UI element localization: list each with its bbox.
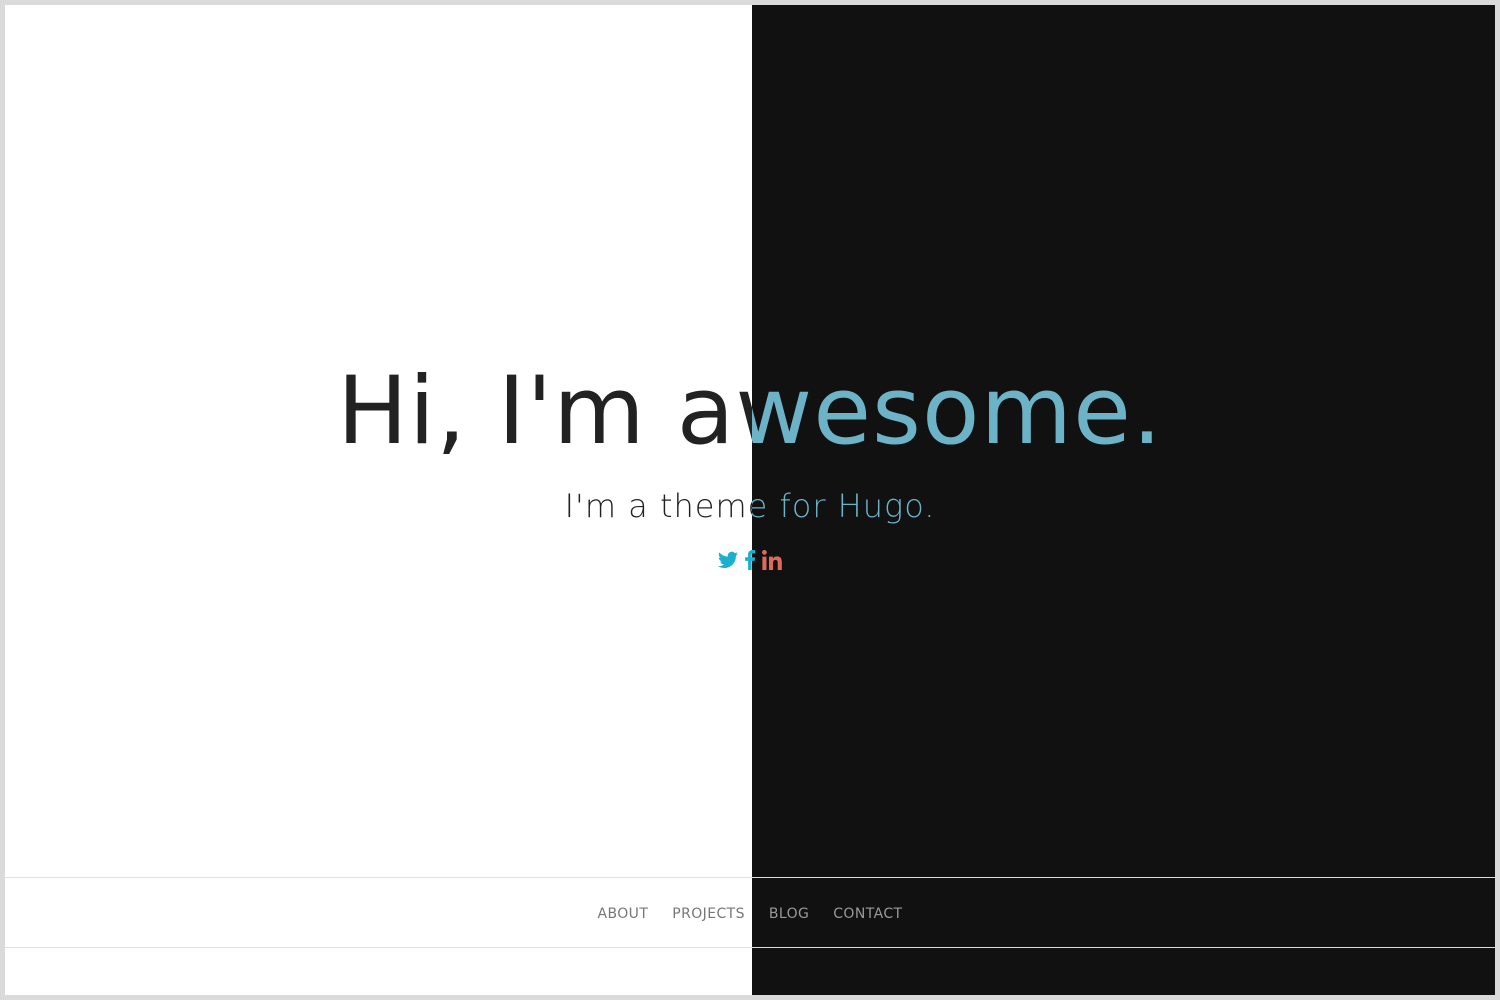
- hero-title-dark: Hi, I'm awesome.: [752, 357, 1163, 466]
- light-side: Hi, I'm awesome. I'm a theme for Hugo. A…: [5, 5, 752, 995]
- nav-bar: ABOUT PROJECTS BLOG CONTACT: [5, 877, 752, 948]
- nav-blog[interactable]: BLOG: [769, 906, 809, 922]
- facebook-icon[interactable]: [752, 548, 756, 572]
- nav-bar-dark: ABOUT PROJECTS BLOG CONTACT: [752, 877, 1495, 948]
- nav-contact[interactable]: CONTACT: [833, 906, 902, 922]
- social-links: [5, 548, 752, 572]
- nav-menu: ABOUT PROJECTS BLOG CONTACT: [5, 878, 752, 947]
- nav-about[interactable]: ABOUT: [598, 906, 649, 922]
- hero-subtitle: I'm a theme for Hugo.: [564, 487, 752, 525]
- linkedin-icon[interactable]: [762, 548, 782, 572]
- dark-side: Hi, I'm awesome. I'm a theme for Hugo. A…: [752, 5, 1495, 995]
- facebook-icon[interactable]: [744, 548, 752, 572]
- page: Hi, I'm awesome. I'm a theme for Hugo. A…: [5, 5, 1495, 995]
- hero-title: Hi, I'm awesome.: [337, 357, 752, 466]
- social-links-dark: [752, 548, 1495, 572]
- twitter-icon[interactable]: [718, 548, 738, 572]
- hero-subtitle-dark: I'm a theme for Hugo.: [752, 487, 936, 525]
- nav-menu-dark: ABOUT PROJECTS BLOG CONTACT: [752, 878, 1495, 947]
- nav-projects[interactable]: PROJECTS: [672, 906, 745, 922]
